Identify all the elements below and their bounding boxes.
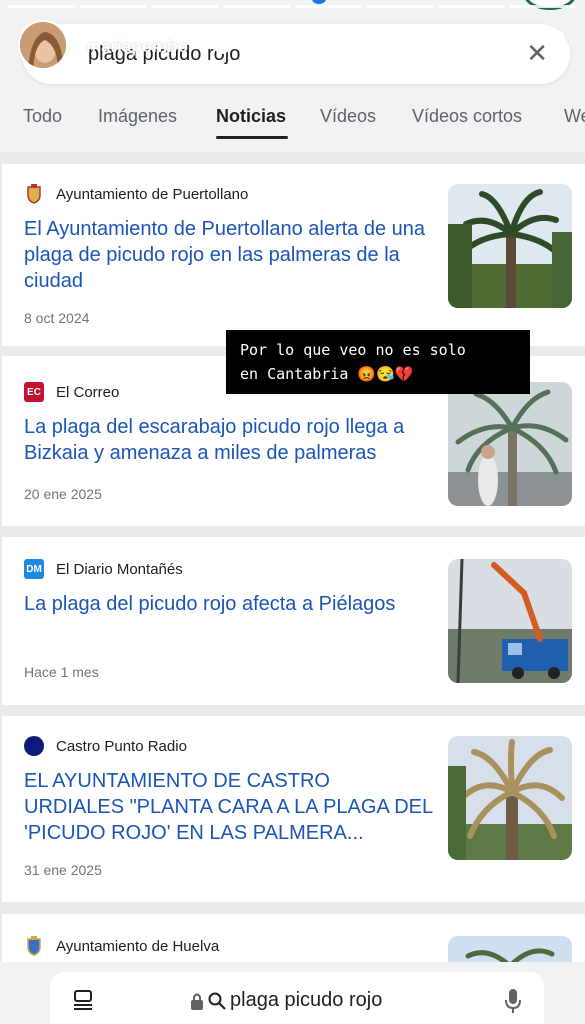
source-name: El Diario Montañés xyxy=(56,560,183,578)
search-tabs: Todo Imágenes Noticias Vídeos Vídeos cor… xyxy=(0,106,585,142)
result-source: EC El Correo xyxy=(24,382,119,402)
tab-videos-cortos[interactable]: Vídeos cortos xyxy=(412,106,522,127)
result-date: 20 ene 2025 xyxy=(24,486,102,502)
news-result[interactable]: Castro Punto Radio EL AYUNTAMIENTO DE CA… xyxy=(2,716,585,902)
result-source: Ayuntamiento de Puertollano xyxy=(24,184,248,204)
el-correo-logo-icon: EC xyxy=(24,382,44,402)
story-time: 12 h xyxy=(244,37,278,56)
result-source: Castro Punto Radio xyxy=(24,736,187,756)
castro-punto-radio-logo-icon xyxy=(24,736,44,756)
crest-icon xyxy=(24,936,44,956)
result-title-link[interactable]: La plaga del picudo rojo afecta a Piélag… xyxy=(24,591,434,617)
address-bar-query[interactable]: plaga picudo rojo xyxy=(230,989,382,1012)
palm-tree-thumbnail[interactable] xyxy=(448,184,572,308)
lock-icon xyxy=(191,993,203,1010)
result-date: Hace 1 mes xyxy=(24,664,99,680)
avatar[interactable] xyxy=(18,20,68,70)
news-result[interactable]: Ayuntamiento de Puertollano El Ayuntamie… xyxy=(2,164,585,346)
story-progress xyxy=(8,5,577,8)
result-date: 31 ene 2025 xyxy=(24,862,102,878)
story-text-overlay: Por lo que veo no es solo en Cantabria 😡… xyxy=(226,330,530,394)
source-name: Ayuntamiento de Puertollano xyxy=(56,185,249,203)
result-title-link[interactable]: La plaga del escarabajo picudo rojo lleg… xyxy=(24,414,434,466)
overlay-line: Por lo que veo no es solo xyxy=(240,341,466,359)
active-tab-indicator xyxy=(216,136,288,139)
tab-videos[interactable]: Vídeos xyxy=(320,106,376,127)
tabs-icon[interactable] xyxy=(72,990,94,1010)
microphone-icon[interactable] xyxy=(504,988,522,1014)
close-story-button[interactable]: ✕ xyxy=(536,24,570,64)
more-options-button[interactable]: ••• xyxy=(482,28,508,54)
palm-tree-thumbnail[interactable] xyxy=(448,736,572,860)
crane-truck-thumbnail[interactable] xyxy=(448,559,572,683)
bottom-bar: plaga picudo rojo xyxy=(0,962,585,1024)
source-name: El Correo xyxy=(56,383,120,401)
palm-tree-thumbnail[interactable] xyxy=(448,382,572,506)
story-username[interactable]: mariapombo xyxy=(86,37,188,57)
search-icon xyxy=(208,992,226,1010)
result-date: 8 oct 2024 xyxy=(24,310,90,326)
result-title-link[interactable]: El Ayuntamiento de Puertollano alerta de… xyxy=(24,216,434,294)
tab-todo[interactable]: Todo xyxy=(23,106,62,127)
crest-icon xyxy=(24,184,44,204)
source-name: Ayuntamiento de Huelva xyxy=(56,937,220,955)
address-bar-text[interactable]: plaga picudo rojo xyxy=(190,989,382,1012)
tab-noticias[interactable]: Noticias xyxy=(216,106,286,127)
address-bar[interactable]: plaga picudo rojo xyxy=(50,972,544,1024)
diario-montanes-logo-icon: DM xyxy=(24,559,44,579)
source-name: Castro Punto Radio xyxy=(56,737,187,755)
verified-badge-icon xyxy=(214,38,230,54)
result-source: Ayuntamiento de Huelva xyxy=(24,936,219,956)
news-result[interactable]: DM El Diario Montañés La plaga del picud… xyxy=(2,537,585,705)
tab-imagenes[interactable]: Imágenes xyxy=(98,106,177,127)
tab-web[interactable]: We xyxy=(564,106,585,127)
search-header: plaga picudo rojo ✕ Todo Imágenes Notici… xyxy=(0,0,585,152)
result-title-link[interactable]: EL AYUNTAMIENTO DE CASTRO URDIALES "PLAN… xyxy=(24,768,434,846)
overlay-line: en Cantabria 😡😪💔 xyxy=(240,365,414,383)
result-source: DM El Diario Montañés xyxy=(24,559,183,579)
